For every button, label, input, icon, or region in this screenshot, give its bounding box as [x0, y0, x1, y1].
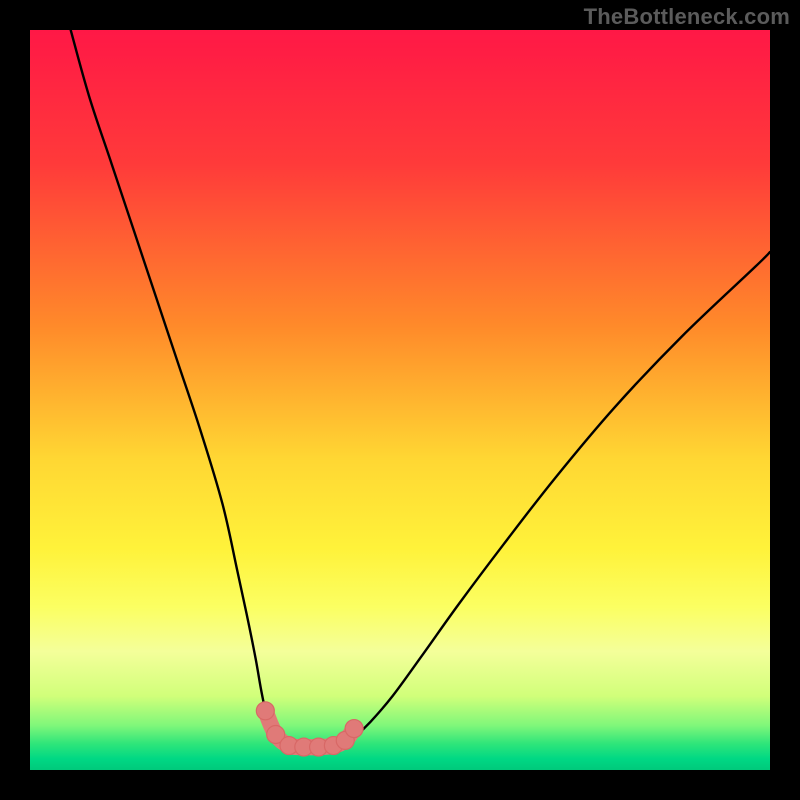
chart-plot-area [30, 30, 770, 770]
outer-frame: TheBottleneck.com [0, 0, 800, 800]
chart-svg [30, 30, 770, 770]
trough-marker [345, 720, 363, 738]
trough-marker [256, 702, 274, 720]
chart-background [30, 30, 770, 770]
watermark-text: TheBottleneck.com [584, 4, 790, 30]
